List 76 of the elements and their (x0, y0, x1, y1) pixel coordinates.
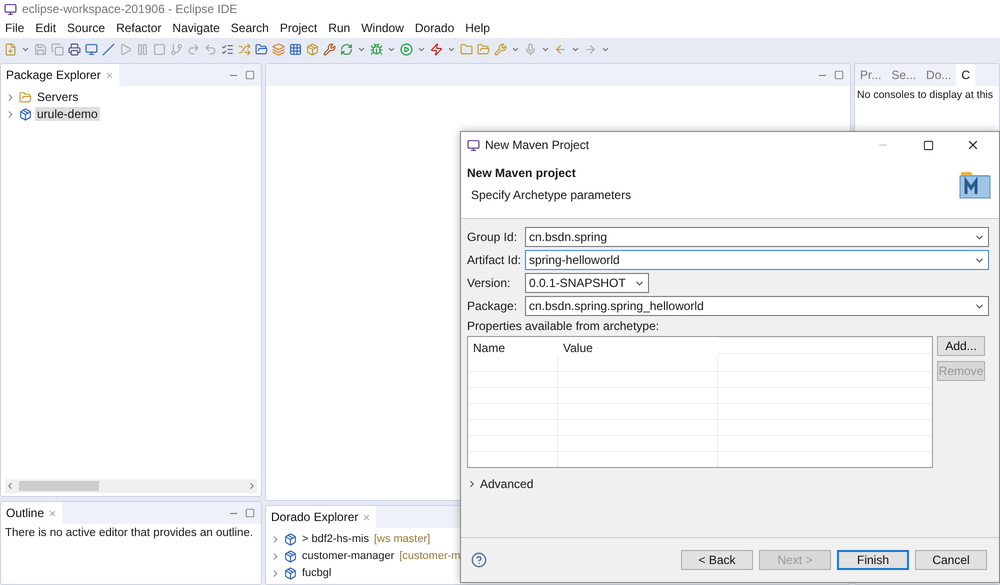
project-icon (19, 108, 32, 120)
open-folder-icon[interactable] (460, 42, 473, 56)
wizard-description: Specify Archetype parameters (470, 188, 632, 202)
column-header: Name (468, 337, 558, 356)
resume-icon[interactable] (119, 42, 132, 56)
wizard-heading: New Maven project (467, 166, 577, 180)
shuffle-icon[interactable] (238, 42, 251, 56)
pause-icon[interactable] (136, 42, 149, 56)
new-file-icon[interactable] (4, 42, 17, 56)
empty-message: No consoles to display at this (857, 89, 994, 101)
forward-icon[interactable] (584, 42, 597, 56)
save-all-icon[interactable] (51, 42, 64, 56)
branch-icon[interactable] (170, 42, 183, 56)
run-icon[interactable] (400, 42, 413, 56)
menu-item[interactable]: Refactor (116, 21, 162, 35)
project-icon (284, 550, 297, 562)
wrench-icon[interactable] (323, 42, 336, 56)
view-tab[interactable]: Dorado Explorer (266, 506, 376, 528)
repository-tag: [customer-m (399, 550, 460, 562)
field-label: Artifact Id: (467, 253, 522, 267)
tree-item[interactable]: fucbgl (300, 567, 334, 579)
layers-icon[interactable] (272, 42, 285, 56)
combo-box[interactable]: cn.bsdn.spring.spring_helloworld (525, 296, 989, 316)
save-icon[interactable] (34, 42, 47, 56)
view-tab[interactable]: C (956, 64, 976, 86)
view-tab[interactable]: Se... (886, 64, 922, 86)
repository-tag: [ws master] (374, 533, 430, 545)
field-label: Version: (467, 276, 512, 290)
refresh-icon[interactable] (340, 42, 353, 56)
field-label: Group Id: (467, 230, 518, 244)
tree-item[interactable]: Servers (35, 90, 80, 104)
combo-box[interactable]: spring-helloworld (525, 250, 989, 270)
menu-item[interactable]: Edit (35, 21, 56, 35)
menu-item[interactable]: File (5, 21, 24, 35)
menu-item[interactable]: Help (465, 21, 490, 35)
monitor-icon[interactable] (85, 42, 98, 56)
stop-icon[interactable] (153, 42, 166, 56)
help-icon[interactable] (471, 552, 487, 568)
folder-icon[interactable] (255, 42, 268, 56)
section-toggle[interactable]: Advanced (480, 477, 534, 491)
wizard-button[interactable]: Cancel (915, 550, 987, 570)
grid-icon[interactable] (289, 42, 302, 56)
list-icon[interactable] (221, 42, 234, 56)
section-label: Properties available from archetype: (467, 319, 660, 333)
wizard-button[interactable]: Finish (837, 550, 909, 570)
column-header: Value (558, 337, 718, 356)
menu-item[interactable]: Source (67, 21, 106, 35)
menu-item[interactable]: Window (361, 21, 404, 35)
table-button[interactable]: Add... (937, 336, 985, 356)
window-title: eclipse-workspace-201906 - Eclipse IDE (22, 2, 238, 16)
wizard-button[interactable]: < Back (681, 550, 753, 570)
field-label: Package: (467, 299, 518, 313)
folder-icon (19, 90, 32, 104)
view-tab[interactable]: Pr... (855, 64, 886, 86)
back-icon[interactable] (554, 42, 567, 56)
tree-item[interactable]: customer-manager (300, 550, 396, 562)
horizontal-scrollbar[interactable] (5, 479, 257, 493)
view-tab[interactable]: Package Explorer (1, 64, 119, 86)
menu-item[interactable]: Navigate (172, 21, 220, 35)
package-icon[interactable] (306, 42, 319, 56)
bug-icon[interactable] (370, 42, 383, 56)
menu-item[interactable]: Run (328, 21, 350, 35)
tree-item[interactable]: > bdf2-hs-mis (300, 533, 371, 545)
view-tab[interactable]: Do... (921, 64, 956, 86)
empty-message: There is no active editor that provides an outline. (5, 527, 254, 539)
menu-item[interactable]: Project (280, 21, 318, 35)
project-icon (284, 532, 297, 546)
view-tab[interactable]: Outline (1, 502, 62, 524)
menu-item[interactable]: Search (230, 21, 269, 35)
menu-item[interactable]: Dorado (414, 21, 454, 35)
combo-box[interactable]: cn.bsdn.spring (525, 227, 989, 247)
project-icon (284, 566, 297, 580)
combo-box[interactable]: 0.0.1-SNAPSHOT (525, 273, 649, 293)
print-icon[interactable] (68, 42, 81, 56)
tree-item[interactable]: urule-demo (35, 107, 100, 121)
dialog-title: New Maven Project (485, 138, 590, 152)
